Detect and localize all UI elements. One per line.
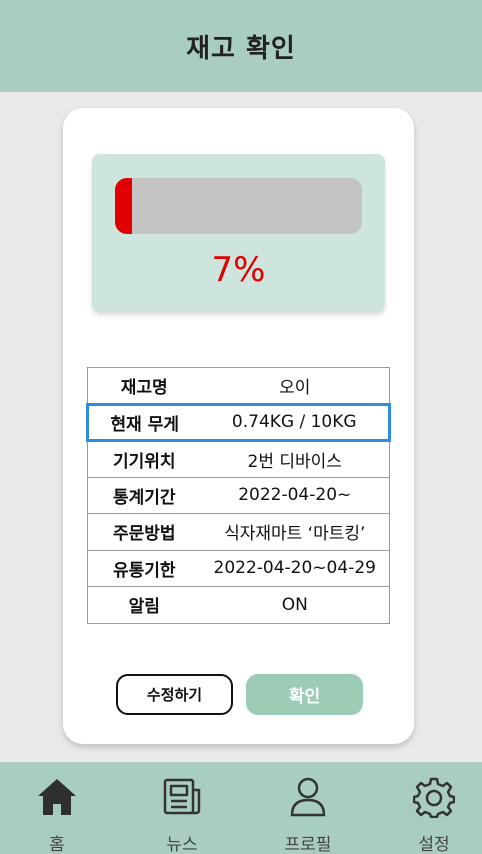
table-row-alarm: 알림 ON bbox=[87, 586, 390, 624]
stock-gauge-track bbox=[115, 178, 362, 234]
confirm-button[interactable]: 확인 bbox=[246, 674, 363, 715]
stats-period-value: 2022-04-20~ bbox=[200, 476, 390, 514]
news-icon bbox=[161, 776, 203, 822]
home-icon bbox=[36, 776, 78, 822]
nav-label-home: 홈 bbox=[49, 835, 65, 854]
device-location-value: 2번 디바이스 bbox=[200, 440, 390, 478]
stats-period-label: 통계기간 bbox=[87, 476, 201, 514]
gear-icon bbox=[412, 776, 456, 822]
page-title: 재고 확인 bbox=[186, 33, 296, 64]
table-row-order-method: 주문방법 식자재마트 ‘마트킹’ bbox=[87, 513, 390, 551]
stock-name-value: 오이 bbox=[200, 367, 390, 405]
stock-card: 7% 재고명 오이 현재 무게 0.74KG / 10KG 기기위치 2번 디바… bbox=[63, 108, 414, 744]
nav-label-news: 뉴스 bbox=[166, 835, 198, 854]
alarm-value: ON bbox=[200, 586, 390, 624]
table-row-device-location: 기기위치 2번 디바이스 bbox=[87, 440, 390, 478]
profile-icon bbox=[287, 776, 329, 822]
stock-gauge-fill bbox=[115, 178, 133, 234]
table-row-stock-name: 재고명 오이 bbox=[87, 367, 390, 405]
order-method-label: 주문방법 bbox=[87, 513, 201, 551]
edit-button[interactable]: 수정하기 bbox=[116, 674, 233, 715]
nav-item-news[interactable]: 뉴스 bbox=[142, 776, 222, 854]
table-row-stats-period: 통계기간 2022-04-20~ bbox=[87, 476, 390, 514]
stock-gauge-panel: 7% bbox=[92, 154, 385, 312]
order-method-value: 식자재마트 ‘마트킹’ bbox=[200, 513, 390, 551]
nav-item-settings[interactable]: 설정 bbox=[394, 776, 474, 854]
table-row-expiry: 유통기한 2022-04-20~04-29 bbox=[87, 549, 390, 587]
header: 재고 확인 bbox=[0, 0, 482, 92]
current-weight-label: 현재 무게 bbox=[86, 402, 201, 442]
nav-item-home[interactable]: 홈 bbox=[17, 776, 97, 854]
alarm-label: 알림 bbox=[87, 586, 201, 624]
device-location-label: 기기위치 bbox=[87, 440, 201, 478]
nav-item-profile[interactable]: 프로필 bbox=[268, 776, 348, 854]
expiry-label: 유통기한 bbox=[87, 549, 201, 587]
current-weight-value: 0.74KG / 10KG bbox=[200, 402, 391, 442]
stock-percent-label: 7% bbox=[211, 250, 266, 290]
stock-name-label: 재고명 bbox=[87, 367, 201, 405]
nav-label-profile: 프로필 bbox=[284, 835, 332, 854]
stock-info-table: 재고명 오이 현재 무게 0.74KG / 10KG 기기위치 2번 디바이스 … bbox=[86, 367, 391, 624]
table-row-current-weight: 현재 무게 0.74KG / 10KG bbox=[86, 402, 391, 442]
bottom-nav: 홈 뉴스 프로필 설정 bbox=[0, 762, 482, 854]
expiry-value: 2022-04-20~04-29 bbox=[200, 549, 390, 587]
nav-label-settings: 설정 bbox=[418, 835, 450, 854]
